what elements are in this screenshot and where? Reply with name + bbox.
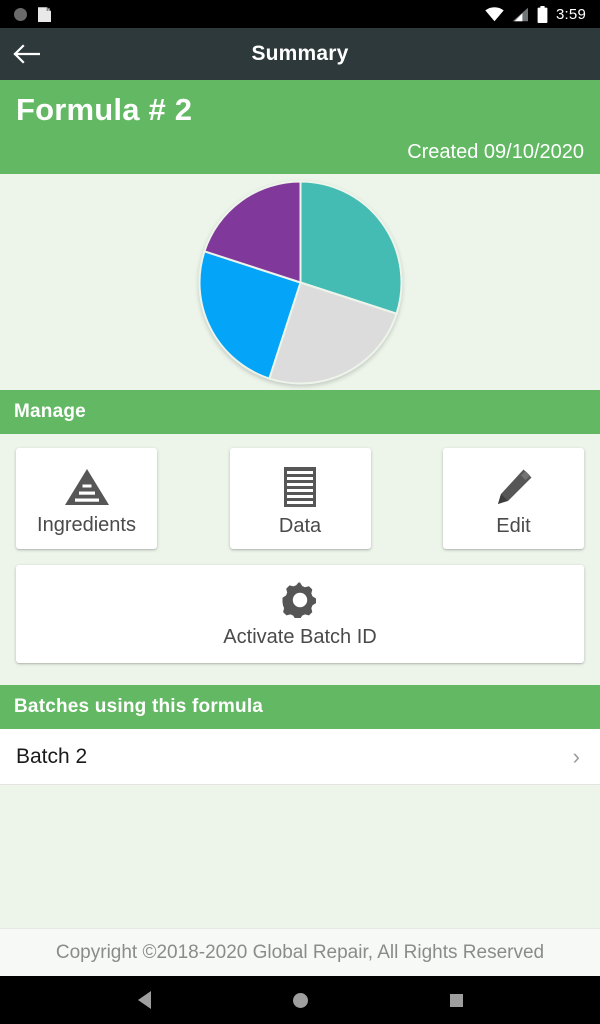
app-toolbar: Summary <box>0 28 600 80</box>
batch-name: Batch 2 <box>16 745 88 768</box>
app-screen: 3:59 Summary Formula # 2 Created 09/10/2… <box>0 0 600 1024</box>
composition-pie-chart <box>198 179 403 385</box>
edit-button[interactable]: Edit <box>443 448 584 549</box>
status-bar-left-icons <box>14 6 51 22</box>
nav-back-icon[interactable] <box>127 983 161 1017</box>
formula-title: Formula # 2 <box>16 92 193 127</box>
arrow-left-icon <box>13 44 40 64</box>
copyright-text: Copyright ©2018-2020 Global Repair, All … <box>55 942 545 963</box>
nav-recents-icon[interactable] <box>439 983 473 1017</box>
back-button[interactable] <box>0 28 52 80</box>
pencil-icon <box>493 466 535 508</box>
circle-icon <box>14 7 27 21</box>
sd-card-icon <box>38 7 51 22</box>
status-bar-right-icons: 3:59 <box>485 5 586 23</box>
data-label: Data <box>278 514 322 537</box>
chevron-right-icon: › <box>572 743 580 769</box>
nav-home-icon[interactable] <box>283 983 317 1017</box>
pyramid-icon <box>64 467 110 507</box>
ingredients-button[interactable]: Ingredients <box>16 448 157 549</box>
status-bar-clock: 3:59 <box>556 5 586 23</box>
android-nav-bar <box>0 976 600 1024</box>
wifi-icon <box>485 6 504 21</box>
data-button[interactable]: Data <box>229 448 371 549</box>
list-document-icon <box>283 466 317 508</box>
footer: Copyright ©2018-2020 Global Repair, All … <box>0 928 600 976</box>
activate-batch-id-label: Activate Batch ID <box>223 625 377 648</box>
batch-list: Batch 2 › <box>0 729 600 785</box>
batches-section-header: Batches using this formula <box>0 685 600 729</box>
manage-section-label: Manage <box>14 401 86 422</box>
content-filler <box>0 785 600 928</box>
manage-section-header: Manage <box>0 390 600 434</box>
ingredients-label: Ingredients <box>37 513 136 536</box>
chart-area <box>0 174 600 390</box>
gear-icon <box>282 582 318 618</box>
activate-batch-id-button[interactable]: Activate Batch ID <box>16 565 584 663</box>
formula-header: Formula # 2 Created 09/10/2020 <box>0 80 600 174</box>
page-title: Summary <box>251 42 349 65</box>
status-bar: 3:59 <box>0 0 600 28</box>
manage-card-row: Ingredients Data Edit <box>16 448 584 549</box>
battery-icon <box>537 5 548 23</box>
edit-label: Edit <box>496 514 531 537</box>
manage-section-body: Ingredients Data Edit Activate Batch ID <box>0 434 600 663</box>
formula-created-date: Created 09/10/2020 <box>407 141 584 163</box>
batches-section-label: Batches using this formula <box>14 696 264 717</box>
signal-icon <box>512 7 528 21</box>
pie-chart-svg <box>198 179 402 384</box>
list-item[interactable]: Batch 2 › <box>0 729 600 785</box>
